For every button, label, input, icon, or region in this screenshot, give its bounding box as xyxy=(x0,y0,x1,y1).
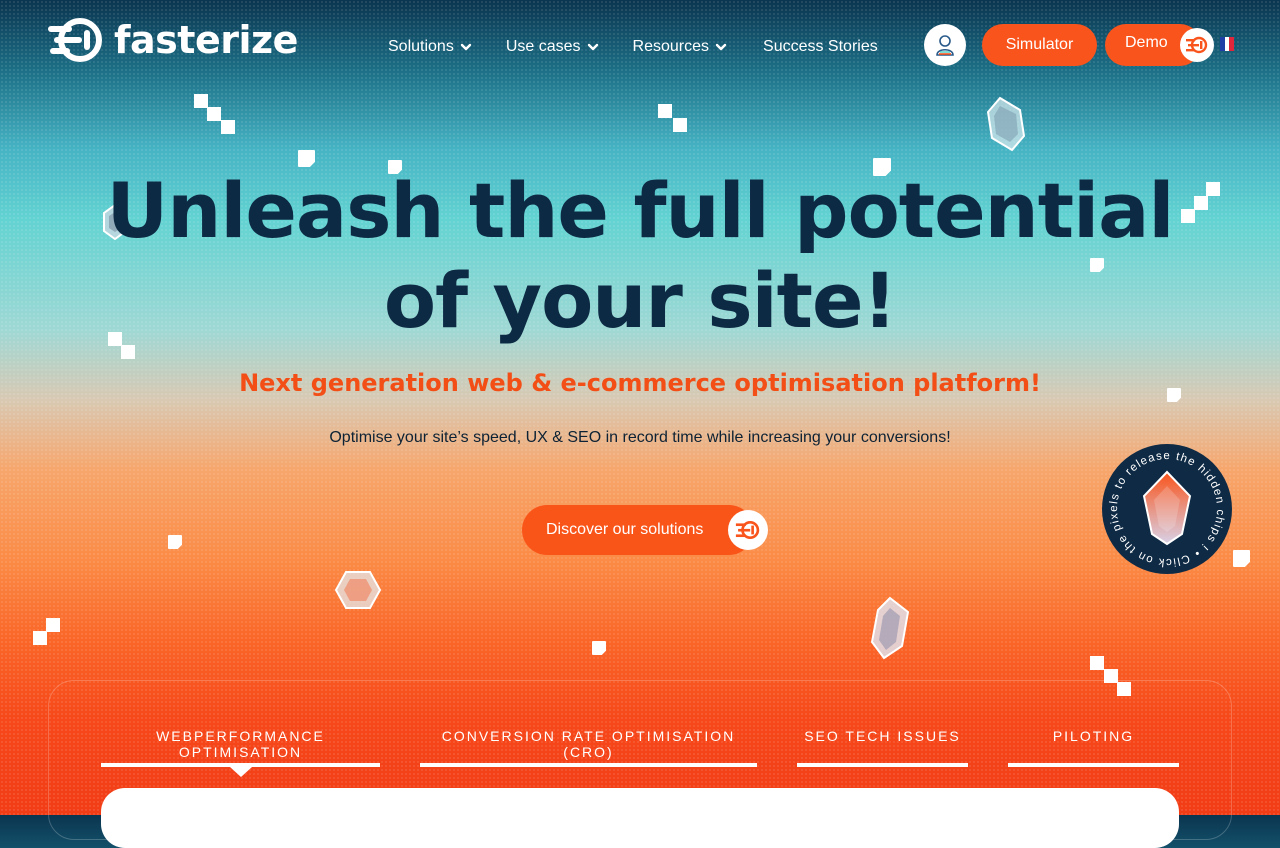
main-nav: Solutions Use cases Resources Success St… xyxy=(388,38,878,56)
nav-item-resources[interactable]: Resources xyxy=(633,38,727,56)
pixel[interactable] xyxy=(121,345,135,359)
tab-cro[interactable]: CONVERSION RATE OPTIMISATION (CRO) xyxy=(420,728,757,760)
pixel[interactable] xyxy=(1233,550,1250,567)
pixel[interactable] xyxy=(207,107,221,121)
demo-badge[interactable] xyxy=(1180,28,1214,62)
fasterize-mini-logo-icon xyxy=(1186,36,1208,54)
crystal-icon[interactable] xyxy=(868,596,912,660)
user-icon xyxy=(936,35,954,56)
fasterize-mini-logo-icon xyxy=(735,520,760,540)
hero-title-line-1: Unleash the full potential xyxy=(106,166,1175,255)
pixel[interactable] xyxy=(592,641,606,655)
tab-seo-tech-issues[interactable]: SEO TECH ISSUES xyxy=(797,728,968,744)
cta-badge xyxy=(728,510,768,550)
pixel[interactable] xyxy=(221,120,235,134)
tab-underline xyxy=(1008,763,1179,767)
nav-item-solutions[interactable]: Solutions xyxy=(388,38,472,56)
brand-logo[interactable]: fasterize xyxy=(48,16,298,64)
nav-item-label: Solutions xyxy=(388,38,454,55)
pixel[interactable] xyxy=(1090,656,1104,670)
pixel[interactable] xyxy=(46,618,60,632)
tab-underline xyxy=(420,763,757,767)
hero-description: Optimise your site’s speed, UX & SEO in … xyxy=(329,429,951,446)
crystal-icon[interactable] xyxy=(334,570,382,610)
nav-item-success-stories[interactable]: Success Stories xyxy=(763,38,878,56)
cta-label: Discover our solutions xyxy=(522,505,754,555)
chevron-down-icon xyxy=(460,43,472,51)
chevron-down-icon xyxy=(715,43,727,51)
chevron-down-icon xyxy=(587,43,598,51)
hero-title-line-2: of your site! xyxy=(383,256,897,345)
site-header: fasterize Solutions Use cases Resources … xyxy=(0,0,1280,90)
crystal-icon[interactable] xyxy=(986,96,1026,152)
active-tab-pointer xyxy=(230,767,252,777)
nav-item-use-cases[interactable]: Use cases xyxy=(506,38,599,56)
tab-webperformance[interactable]: WEBPERFORMANCE OPTIMISATION xyxy=(101,728,380,760)
pixel[interactable] xyxy=(194,94,208,108)
tab-content-card xyxy=(101,788,1179,848)
pixel[interactable] xyxy=(658,104,672,118)
tab-underline xyxy=(797,763,968,767)
chips-badge-graphic: Click on the pixels to release the hidde… xyxy=(1088,431,1245,588)
fasterize-logo-icon xyxy=(48,18,102,62)
hero-subtitle: Next generation web & e-commerce optimis… xyxy=(239,369,1041,397)
pixel[interactable] xyxy=(673,118,687,132)
nav-item-label: Resources xyxy=(632,38,710,55)
hidden-chips-badge[interactable]: Click on the pixels to release the hidde… xyxy=(1088,431,1245,588)
simulator-button[interactable]: Simulator xyxy=(982,24,1097,66)
brand-name: fasterize xyxy=(114,18,298,62)
hero-title: Unleash the full potential of your site! xyxy=(0,166,1280,346)
tab-piloting[interactable]: PILOTING xyxy=(1008,728,1179,744)
pixel[interactable] xyxy=(298,150,315,167)
nav-item-label: Success Stories xyxy=(763,38,878,55)
france-flag-icon[interactable] xyxy=(1220,37,1235,51)
pixel[interactable] xyxy=(168,535,182,549)
discover-solutions-button[interactable]: Discover our solutions xyxy=(522,505,768,555)
account-button[interactable] xyxy=(924,24,966,66)
nav-item-label: Use cases xyxy=(505,38,581,55)
pixel[interactable] xyxy=(33,631,47,645)
